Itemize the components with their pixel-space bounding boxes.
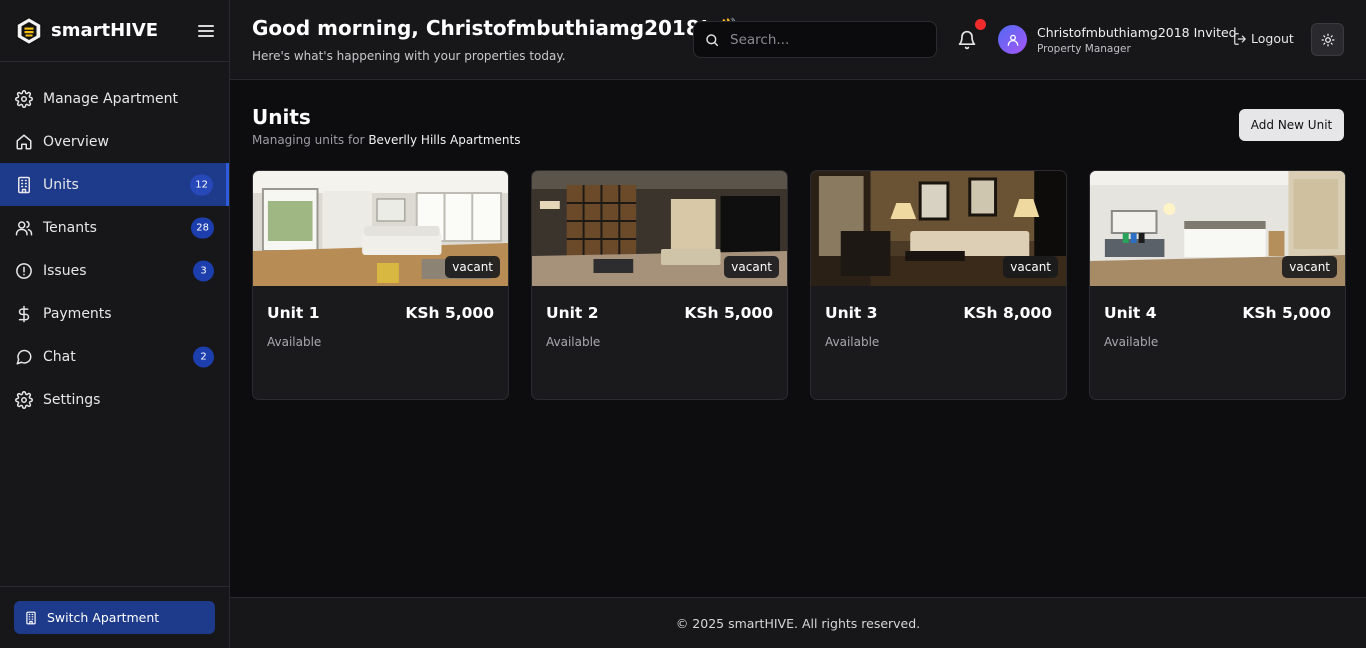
search-input[interactable] [730,31,920,48]
sidebar-item-label: Manage Apartment [43,90,178,107]
search-box[interactable] [693,21,937,58]
unit-name: Unit 1 [267,304,320,322]
unit-cards: vacant Unit 1 KSh 5,000 Available vacant… [252,170,1346,400]
status-badge: vacant [1003,256,1058,278]
dollar-icon [14,304,34,324]
avatar[interactable] [998,25,1027,54]
sidebar-item-tenants[interactable]: Tenants 28 [0,206,229,249]
unit-card[interactable]: vacant Unit 3 KSh 8,000 Available [810,170,1067,400]
unit-card[interactable]: vacant Unit 2 KSh 5,000 Available [531,170,788,400]
page-subtitle: Managing units for Beverlly Hills Apartm… [252,133,520,147]
property-name: Beverlly Hills Apartments [368,133,521,147]
switch-apartment-button[interactable]: Switch Apartment [14,601,215,634]
sidebar-item-label: Payments [43,305,112,322]
unit-name: Unit 3 [825,304,878,322]
unit-name: Unit 4 [1104,304,1157,322]
sidebar-nav: Manage Apartment Overview Units 12 Tenan… [0,77,229,421]
sidebar-item-label: Tenants [43,219,97,236]
sidebar-item-label: Overview [43,133,109,150]
logout-button[interactable]: Logout [1233,31,1294,46]
alert-icon [14,261,34,281]
search-icon [706,33,719,46]
unit-availability: Available [546,335,601,349]
sun-icon [1321,33,1334,46]
users-icon [14,218,34,238]
building-icon [14,175,34,195]
unit-availability: Available [1104,335,1159,349]
sidebar-item-label: Issues [43,262,87,279]
unit-photo: vacant [532,171,787,286]
brand-name: smartHIVE [51,20,159,41]
notification-dot [975,19,986,30]
status-badge: vacant [1282,256,1337,278]
greeting-subtitle: Here's what's happening with your proper… [252,49,566,63]
sidebar-item-settings[interactable]: Settings [0,378,229,421]
gear-icon [14,89,34,109]
footer: © 2025 smartHIVE. All rights reserved. [230,597,1366,648]
home-icon [14,132,34,152]
unit-card[interactable]: vacant Unit 4 KSh 5,000 Available [1089,170,1346,400]
page-subtitle-prefix: Managing units for [252,133,365,147]
sidebar-item-chat[interactable]: Chat 2 [0,335,229,378]
greeting-title: Good morning, Christofmbuthiamg2018! 👋 [252,16,741,40]
top-bar: Good morning, Christofmbuthiamg2018! 👋 H… [230,0,1366,80]
unit-photo: vacant [253,171,508,286]
unit-price: KSh 5,000 [684,304,773,322]
unit-availability: Available [825,335,880,349]
sidebar-item-manage-apartment[interactable]: Manage Apartment [0,77,229,120]
user-icon [1007,34,1018,46]
sidebar-item-overview[interactable]: Overview [0,120,229,163]
main-content: Units Managing units for Beverlly Hills … [230,81,1366,597]
add-new-unit-button[interactable]: Add New Unit [1239,109,1344,141]
brand: smartHIVE [0,0,229,62]
unit-price: KSh 5,000 [1242,304,1331,322]
user-role: Property Manager [1037,43,1131,55]
sidebar: smartHIVE Manage Apartment Overview Unit… [0,0,230,648]
copyright-text: © 2025 smartHIVE. All rights reserved. [675,615,921,631]
page-title: Units [252,105,311,129]
sidebar-item-label: Settings [43,391,101,408]
logout-icon [1234,32,1246,45]
building-icon [26,611,36,624]
logout-label: Logout [1251,31,1294,46]
issues-count-badge: 3 [193,260,214,281]
unit-price: KSh 8,000 [963,304,1052,322]
menu-toggle-icon[interactable] [197,22,215,40]
tenants-count-badge: 28 [191,217,214,238]
units-count-badge: 12 [190,174,213,195]
theme-toggle-button[interactable] [1311,23,1344,56]
notifications-bell-icon[interactable] [957,19,986,51]
switch-apartment-label: Switch Apartment [47,610,160,625]
sidebar-item-issues[interactable]: Issues 3 [0,249,229,292]
sidebar-item-label: Chat [43,348,76,365]
unit-photo: vacant [811,171,1066,286]
sidebar-item-payments[interactable]: Payments [0,292,229,335]
chat-icon [14,347,34,367]
sidebar-footer: Switch Apartment [0,586,229,648]
unit-price: KSh 5,000 [405,304,494,322]
sidebar-item-units[interactable]: Units 12 [0,163,229,206]
chat-count-badge: 2 [193,346,214,367]
status-badge: vacant [724,256,779,278]
status-badge: vacant [445,256,500,278]
unit-availability: Available [267,335,322,349]
user-name: Christofmbuthiamg2018 Invited [1037,25,1237,40]
gear-icon [14,390,34,410]
unit-photo: vacant [1090,171,1345,286]
unit-name: Unit 2 [546,304,599,322]
hive-logo-icon[interactable] [14,16,44,46]
unit-card[interactable]: vacant Unit 1 KSh 5,000 Available [252,170,509,400]
sidebar-item-label: Units [43,176,79,193]
